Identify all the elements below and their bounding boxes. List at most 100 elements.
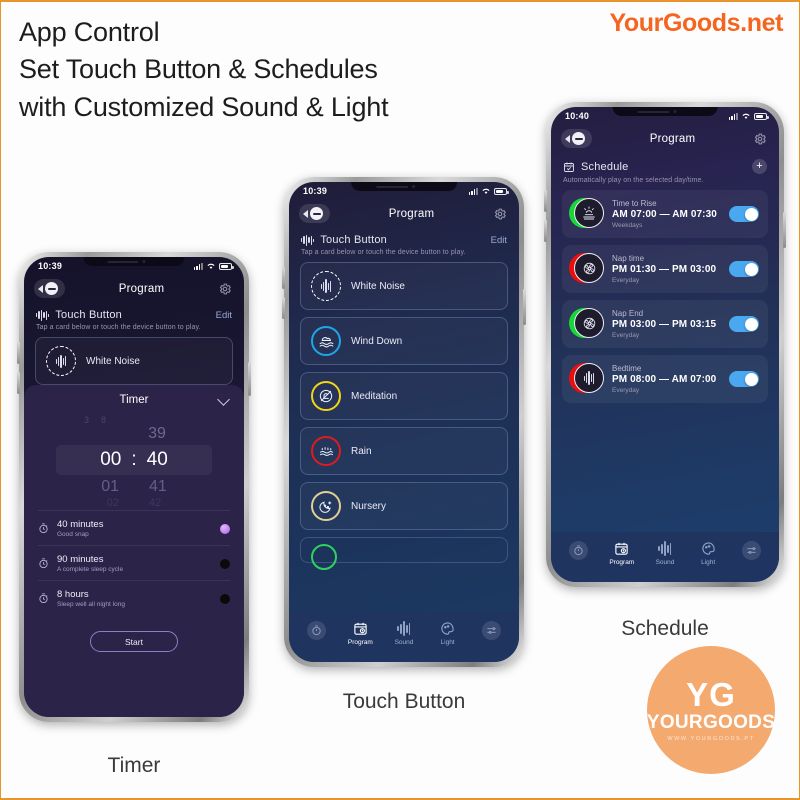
- preset-indicator[interactable]: [220, 593, 230, 604]
- power-button[interactable]: [783, 212, 786, 248]
- volume-up-button[interactable]: [544, 190, 547, 212]
- gear-icon[interactable]: [218, 282, 232, 296]
- caption-touch-button: Touch Button: [342, 690, 466, 713]
- tab-timer[interactable]: [558, 541, 599, 563]
- sound-card-label: White Noise: [351, 280, 405, 292]
- stopwatch-icon: [39, 523, 48, 534]
- power-button[interactable]: [523, 289, 526, 325]
- moon-face-icon: [311, 491, 341, 521]
- back-button[interactable]: [34, 279, 65, 298]
- timer-icon: [569, 541, 589, 560]
- phone-timer-screen: 10:39 Program Touch Button Edit Tap a ca…: [24, 257, 244, 717]
- schedule-icon: [569, 362, 604, 396]
- white-noise-icon: [311, 271, 341, 301]
- tab-settings[interactable]: [731, 541, 772, 563]
- phone-timer: 10:39 Program Touch Button Edit Tap a ca…: [17, 252, 251, 722]
- signal-bars-icon: [728, 112, 738, 120]
- tab-program[interactable]: Program: [601, 541, 642, 566]
- sound-card-white-noise[interactable]: White Noise: [35, 337, 233, 385]
- tab-label: Program: [609, 559, 635, 566]
- sound-card-partial[interactable]: [300, 537, 508, 570]
- sound-card-white-noise[interactable]: White Noise: [300, 262, 508, 310]
- timer-preset-row[interactable]: 8 hours Sleep well all night long: [38, 580, 230, 615]
- schedule-row[interactable]: Time to Rise AM 07:00 — AM 07:30 Weekday…: [562, 190, 768, 238]
- headline-line-3: with Customized Sound & Light: [19, 91, 389, 122]
- add-schedule-button[interactable]: +: [752, 159, 767, 174]
- timer-picker[interactable]: 38 39 00 : 40 01 41 02 42: [24, 415, 244, 510]
- badge-name: YOURGOODS: [646, 711, 776, 733]
- edit-button[interactable]: Edit: [491, 235, 507, 246]
- volume-up-button[interactable]: [17, 342, 20, 364]
- calendar-clock-icon: [615, 542, 628, 555]
- schedule-toggle[interactable]: [729, 371, 759, 387]
- edit-button[interactable]: Edit: [216, 310, 232, 321]
- gear-icon[interactable]: [753, 132, 767, 146]
- back-button[interactable]: [299, 204, 330, 223]
- schedule-toggle[interactable]: [729, 206, 759, 222]
- schedule-icon: [569, 307, 604, 341]
- volume-down-button[interactable]: [544, 220, 547, 242]
- tab-sound[interactable]: Sound: [644, 541, 685, 566]
- notch: [351, 182, 457, 191]
- white-noise-icon: [574, 363, 604, 393]
- battery-icon: [219, 262, 234, 270]
- preset-desc: A complete sleep cycle: [57, 566, 124, 573]
- volume-down-button[interactable]: [282, 297, 285, 319]
- schedule-row[interactable]: Bedtime PM 08:00 — AM 07:00 Everyday: [562, 355, 768, 403]
- tab-label: Light: [701, 559, 716, 566]
- picker-above-row: 39: [24, 425, 244, 443]
- tab-timer[interactable]: [296, 621, 337, 643]
- sound-card-rain[interactable]: Rain: [300, 427, 508, 475]
- tab-light[interactable]: Light: [688, 541, 729, 566]
- schedule-row[interactable]: Nap End PM 03:00 — PM 03:15 Everyday: [562, 300, 768, 348]
- sound-card-label: Wind Down: [351, 335, 403, 347]
- nav-bar: Program: [24, 273, 244, 306]
- tab-light[interactable]: Light: [427, 621, 468, 646]
- back-button[interactable]: [561, 129, 592, 148]
- schedule-name: Nap time: [612, 254, 645, 263]
- volume-up-button[interactable]: [282, 267, 285, 289]
- device-icon: [45, 282, 58, 295]
- tab-program[interactable]: Program: [340, 621, 381, 646]
- start-button[interactable]: Start: [90, 631, 178, 652]
- tab-label: Sound: [394, 639, 414, 646]
- schedule-row[interactable]: Nap time PM 01:30 — PM 03:00 Everyday: [562, 245, 768, 293]
- tab-sound[interactable]: Sound: [383, 621, 424, 646]
- schedule-days: Everyday: [612, 387, 640, 394]
- section-header-touch-button: Touch Button Edit: [24, 306, 244, 321]
- power-button[interactable]: [248, 362, 251, 396]
- status-time: 10:40: [565, 111, 590, 121]
- sound-card-meditation[interactable]: Meditation: [300, 372, 508, 420]
- preset-indicator[interactable]: [220, 558, 230, 569]
- sliders-icon: [481, 621, 501, 640]
- preset-title: 8 hours: [57, 589, 89, 600]
- preset-indicator[interactable]: [220, 523, 230, 534]
- timer-preset-row[interactable]: 90 minutes A complete sleep cycle: [38, 545, 230, 580]
- headline-line-1: App Control: [19, 17, 160, 47]
- picker-below-row: 01 41: [24, 478, 244, 496]
- volume-down-button[interactable]: [17, 372, 20, 394]
- phone-touch-button: 10:39 Program Touch Button Edit Tap a ca…: [282, 177, 526, 667]
- schedule-toggle[interactable]: [729, 261, 759, 277]
- tab-bar: Program Sound Light: [551, 532, 779, 582]
- caption-timer: Timer: [107, 754, 161, 777]
- badge-initials: YG: [686, 675, 736, 713]
- headline-block: App Control Set Touch Button & Schedules…: [19, 14, 559, 126]
- status-time: 10:39: [303, 186, 328, 196]
- chevron-down-icon[interactable]: [217, 393, 230, 406]
- section-header-touch-button: Touch Button Edit: [289, 231, 519, 246]
- schedule-name: Time to Rise: [612, 199, 657, 208]
- gear-icon[interactable]: [493, 207, 507, 221]
- schedule-time: PM 08:00 — AM 07:00: [612, 374, 717, 385]
- white-noise-icon: [46, 346, 76, 376]
- badge-url: WWW.YOURGOODS.PT: [667, 736, 755, 743]
- waves-icon: [311, 326, 341, 356]
- tab-settings[interactable]: [470, 621, 511, 643]
- sound-card-wind-down[interactable]: Wind Down: [300, 317, 508, 365]
- timer-preset-row[interactable]: 40 minutes Good snap: [38, 510, 230, 545]
- schedule-toggle[interactable]: [729, 316, 759, 332]
- picker-hours-value: 00: [100, 449, 122, 470]
- preset-desc: Good snap: [57, 531, 89, 538]
- fan-icon: [574, 308, 604, 338]
- sound-card-nursery[interactable]: Nursery: [300, 482, 508, 530]
